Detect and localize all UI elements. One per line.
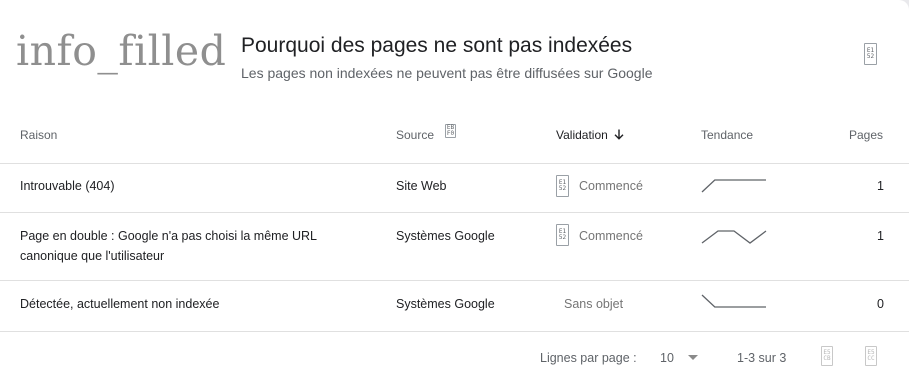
row-reason: Introuvable (404): [20, 179, 115, 193]
download-icon-code-bottom: 52: [866, 53, 875, 60]
row-validation-status: Commencé: [579, 179, 643, 193]
sparkline-line: [701, 230, 767, 244]
rows-per-page-label: Lignes par page :: [540, 351, 637, 365]
row-pages-count: 1: [877, 179, 884, 193]
status-icon-code-bottom: 52: [558, 234, 567, 241]
row-source: Systèmes Google: [396, 297, 495, 311]
column-header-validation-label: Validation: [556, 128, 608, 142]
status-started-icon: E1 52: [556, 224, 569, 246]
status-started-icon: E1 52: [556, 175, 569, 197]
page-indexing-card: info_filled Pourquoi des pages ne sont p…: [0, 0, 909, 376]
row-divider: [0, 331, 909, 332]
card-title: Pourquoi des pages ne sont pas indexées: [241, 34, 633, 57]
previous-icon-code-bottom: CB: [823, 355, 831, 362]
next-page-icon[interactable]: E5 CC: [865, 346, 877, 366]
pagination-range: 1-3 sur 3: [737, 351, 787, 365]
row-validation-status: Sans objet: [564, 297, 624, 311]
row-trend-sparkline: [701, 294, 766, 308]
row-divider: [0, 280, 909, 281]
row-reason-line-1: Page en double : Google n'a pas choisi l…: [20, 229, 318, 243]
row-divider: [0, 212, 909, 213]
column-header-trend[interactable]: Tendance: [701, 128, 753, 142]
column-header-source[interactable]: Source: [396, 128, 434, 142]
previous-page-icon[interactable]: E5 CB: [821, 346, 833, 366]
sort-descending-icon: [614, 129, 624, 140]
sparkline-line: [701, 179, 766, 193]
download-icon[interactable]: E1 52: [864, 43, 877, 65]
row-reason: Détectée, actuellement non indexée: [20, 297, 220, 311]
row-source: Systèmes Google: [396, 229, 495, 243]
row-trend-sparkline: [701, 230, 767, 244]
row-validation-status: Commencé: [579, 229, 643, 243]
next-icon-code-bottom: CC: [867, 355, 875, 362]
row-pages-count: 0: [877, 297, 884, 311]
status-icon-code-bottom: 52: [558, 185, 567, 192]
sparkline-line: [701, 294, 766, 308]
column-header-reason[interactable]: Raison: [20, 128, 57, 142]
rows-per-page-value[interactable]: 10: [660, 350, 674, 366]
card-subtitle: Les pages non indexées ne peuvent pas êt…: [241, 65, 653, 81]
row-trend-sparkline: [701, 179, 766, 193]
info-icon: info_filled: [16, 27, 227, 75]
card-header: info_filled Pourquoi des pages ne sont p…: [0, 0, 909, 110]
row-source: Site Web: [396, 179, 447, 193]
row-reason-line-2: canonique que l'utilisateur: [20, 249, 165, 263]
row-divider: [0, 163, 909, 164]
row-pages-count: 1: [877, 229, 884, 243]
filter-icon-code-bottom: F0: [446, 130, 455, 137]
column-header-validation[interactable]: Validation: [556, 128, 624, 142]
column-header-pages[interactable]: Pages: [849, 128, 883, 142]
chevron-down-icon[interactable]: [688, 355, 698, 360]
filter-icon[interactable]: EB F0: [445, 124, 456, 138]
